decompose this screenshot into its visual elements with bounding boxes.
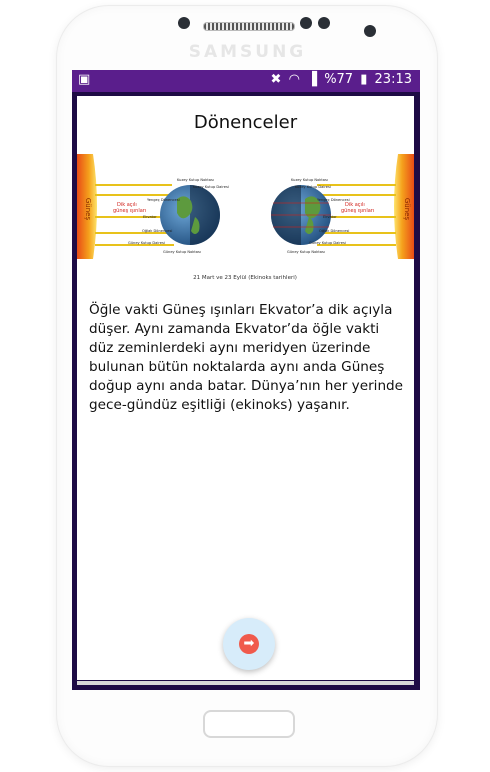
battery-text: %77	[324, 72, 354, 87]
label-left-5: Güney Kutup Dairesi	[128, 241, 165, 245]
label-right-3: Ekvator	[323, 215, 337, 219]
label-left-4: Oğlak Dönencesi	[142, 229, 172, 233]
time: 23:13	[374, 72, 412, 87]
label-left-0: Kuzey Kutup Noktası	[177, 178, 214, 182]
label-right-5: Güney Kutup Dairesi	[309, 241, 346, 245]
arrow-right-icon: ➡	[239, 634, 259, 654]
diagram-caption: 21 Mart ve 23 Eylül (Ekinoks tarihleri)	[193, 275, 297, 281]
label-left-2: Yengeç Dönencesi	[147, 198, 180, 202]
sensor-icon	[364, 25, 376, 37]
equinox-diagram: Güneş Güneş Dik açılı güneş ışınları Dik…	[77, 154, 414, 281]
battery-icon: ▮	[360, 72, 368, 87]
label-right-2: Yengeç Dönencesi	[317, 198, 350, 202]
status-bar: ▣ ✖ ◠ ▐ %77 ▮ 23:13	[72, 70, 420, 92]
wifi-icon: ◠	[288, 72, 300, 87]
sensor-icon	[300, 17, 312, 29]
front-camera-icon	[178, 17, 190, 29]
device-brand: SAMSUNG	[188, 42, 307, 62]
label-right-6: Güney Kutup Noktası	[287, 250, 325, 254]
signal-icon: ▐	[307, 72, 318, 87]
status-icons: ✖ ◠ ▐ %77 ▮ 23:13	[268, 72, 412, 87]
label-right-0: Kuzey Kutup Noktası	[291, 178, 328, 182]
body-text: Öğle vakti Güneş ışınları Ekvator’a dik …	[89, 302, 404, 413]
label-left-3: Ekvator	[143, 215, 157, 219]
sun-label-left: Güneş	[84, 198, 92, 221]
ray-label-left-2: güneş ışınları	[113, 208, 146, 214]
card-bottom-edge	[77, 681, 414, 685]
screen: ▣ ✖ ◠ ▐ %77 ▮ 23:13 Dönenceler Güneş Gün…	[72, 70, 420, 690]
sensor-icon	[318, 17, 330, 29]
sun-label-right: Güneş	[403, 198, 411, 221]
label-left-1: Kuzey Kutup Dairesi	[193, 185, 229, 189]
content-card: Dönenceler Güneş Güneş Dik açılı güneş ı…	[77, 96, 414, 680]
label-right-1: Kuzey Kutup Dairesi	[295, 185, 331, 189]
page-title: Dönenceler	[193, 112, 298, 133]
speaker-grille	[203, 22, 295, 31]
next-button[interactable]: ➡	[223, 618, 275, 670]
vibrate-mute-icon: ✖	[270, 72, 282, 87]
ray-label-right-2: güneş ışınları	[341, 208, 374, 214]
label-left-6: Güney Kutup Noktası	[163, 250, 201, 254]
image-notification-icon: ▣	[78, 72, 91, 87]
home-button[interactable]	[203, 710, 295, 738]
label-right-4: Oğlak Dönencesi	[319, 229, 349, 233]
